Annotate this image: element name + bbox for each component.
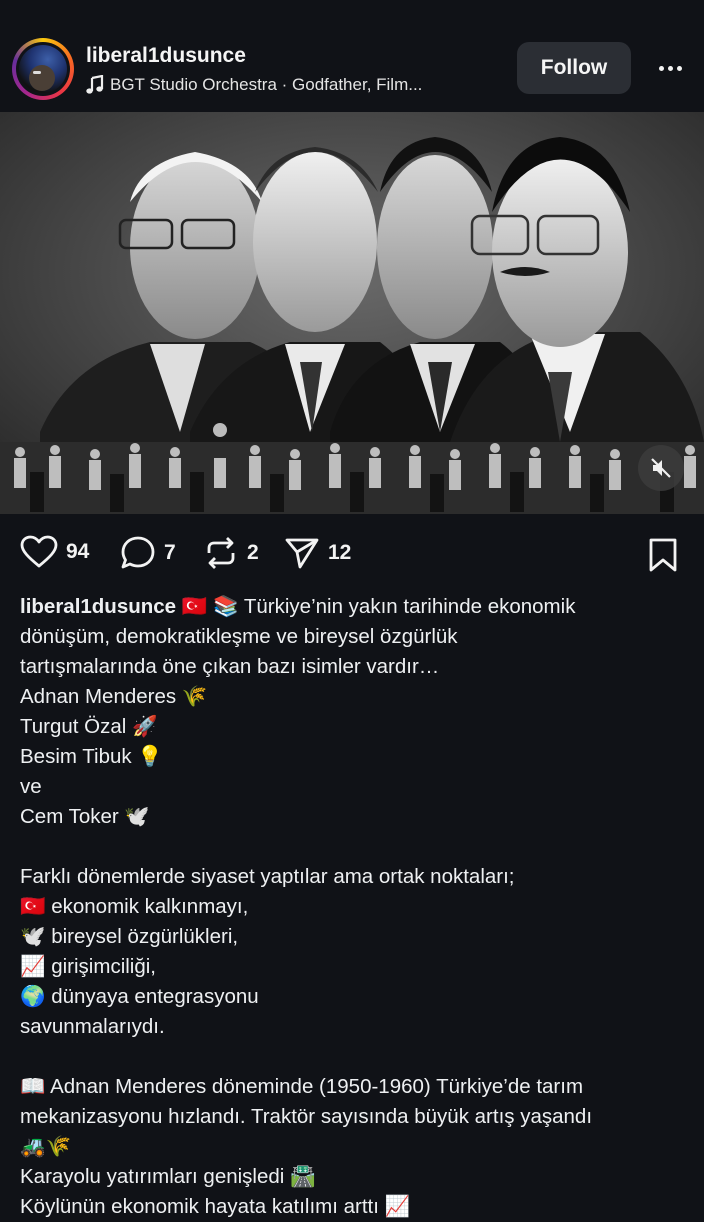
caption-line: tartışmalarında öne çıkan bazı isimler v… bbox=[20, 655, 440, 678]
post-photo bbox=[0, 112, 704, 514]
like-count: 94 bbox=[66, 540, 90, 563]
music-info[interactable]: BGT Studio Orchestra · Godfather, Film..… bbox=[86, 75, 422, 95]
username[interactable]: liberal1dusunce bbox=[86, 44, 246, 68]
caption-line: Turgut Özal 🚀 bbox=[20, 715, 158, 738]
comment-count: 7 bbox=[164, 541, 176, 564]
heart-icon bbox=[20, 535, 58, 568]
caption-line: 📈 girişimciliği, bbox=[20, 955, 157, 978]
caption-line: mekanizasyonu hızlandı. Traktör sayısınd… bbox=[20, 1105, 593, 1128]
caption-line: Farklı dönemlerde siyaset yaptılar ama o… bbox=[20, 865, 515, 888]
music-note-icon bbox=[86, 75, 104, 94]
more-icon[interactable] bbox=[650, 55, 690, 81]
comment-icon bbox=[121, 536, 155, 569]
repost-button[interactable]: 2 bbox=[203, 535, 259, 571]
caption-line: liberal1dusunce 🇹🇷 📚 Türkiye’nin yakın t… bbox=[20, 595, 576, 618]
like-button[interactable]: 94 bbox=[20, 535, 89, 569]
caption-line: 🇹🇷 ekonomik kalkınmayı, bbox=[20, 895, 249, 918]
repost-icon bbox=[207, 537, 235, 569]
mute-button[interactable] bbox=[638, 445, 684, 491]
bookmark-icon[interactable] bbox=[646, 537, 680, 573]
post-caption: liberal1dusunce 🇹🇷 📚 Türkiye’nin yakın t… bbox=[20, 592, 690, 1222]
caption-line: Adnan Menderes 🌾 bbox=[20, 685, 208, 708]
follow-button[interactable]: Follow bbox=[517, 42, 631, 94]
caption-line: ve bbox=[20, 775, 42, 798]
caption-line: dönüşüm, demokratikleşme ve bireysel özg… bbox=[20, 625, 458, 648]
caption-line: 🚜🌾 bbox=[20, 1135, 72, 1158]
music-label: BGT Studio Orchestra · Godfather, Film..… bbox=[110, 75, 423, 94]
mute-icon bbox=[651, 458, 671, 478]
caption-line: Cem Toker 🕊️ bbox=[20, 805, 150, 828]
caption-line: 📖 Adnan Menderes döneminde (1950-1960) T… bbox=[20, 1075, 584, 1098]
caption-line: 🕊️ bireysel özgürlükleri, bbox=[20, 925, 239, 948]
post-header: liberal1dusunce BGT Studio Orchestra · G… bbox=[0, 0, 704, 112]
post-image[interactable] bbox=[0, 112, 704, 514]
caption-line: Besim Tibuk 💡 bbox=[20, 745, 163, 768]
caption-line: Karayolu yatırımları genişledi 🛣️ bbox=[20, 1165, 316, 1188]
caption-line: savunmalarıydı. bbox=[20, 1015, 165, 1038]
share-icon bbox=[285, 538, 319, 569]
caption-author[interactable]: liberal1dusunce bbox=[20, 595, 176, 618]
share-button[interactable]: 12 bbox=[284, 535, 351, 571]
caption-line: Köylünün ekonomik hayata katılımı arttı … bbox=[20, 1195, 411, 1218]
share-count: 12 bbox=[328, 541, 352, 564]
caption-line: 🌍 dünyaya entegrasyonu bbox=[20, 985, 259, 1008]
action-bar: 94 7 2 12 bbox=[0, 525, 704, 583]
avatar[interactable] bbox=[12, 38, 74, 100]
comment-button[interactable]: 7 bbox=[120, 535, 176, 571]
repost-count: 2 bbox=[247, 541, 259, 564]
